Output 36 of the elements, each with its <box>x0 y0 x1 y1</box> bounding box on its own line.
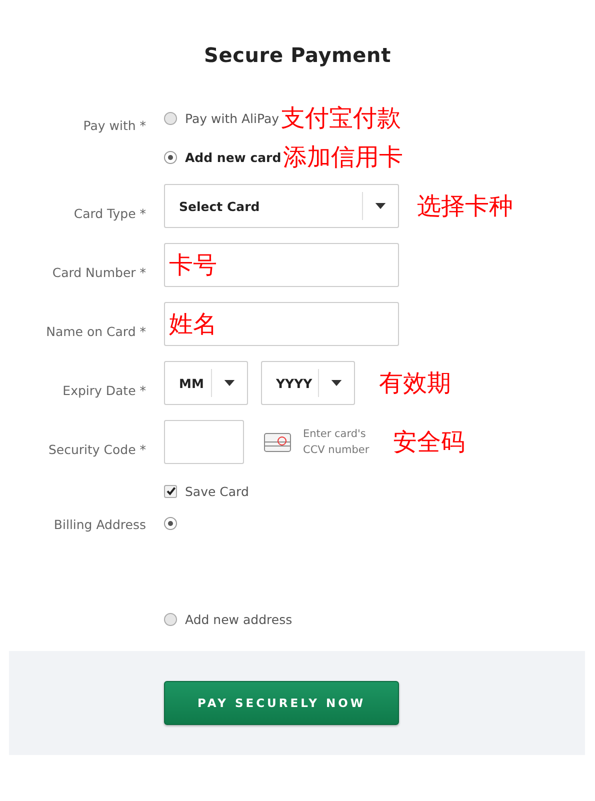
hint-text: Enter card's CCV number <box>303 427 370 458</box>
checkbox[interactable] <box>164 484 177 498</box>
year-dropdown[interactable]: YYYY <box>261 361 355 405</box>
annotation: 卡号 <box>169 253 217 277</box>
annotation: 选择卡种 <box>417 194 513 218</box>
month-dropdown[interactable]: MM <box>164 361 248 405</box>
caret-icon <box>331 380 342 386</box>
option-label: Save Card <box>185 484 249 498</box>
field-label: Card Type * <box>74 206 146 221</box>
annotation: 姓名 <box>169 312 217 336</box>
radio-button[interactable] <box>164 112 177 124</box>
annotation: 有效期 <box>379 371 451 395</box>
radio-button[interactable] <box>164 150 177 164</box>
field-label: Name on Card * <box>46 324 146 339</box>
field-label: Expiry Date * <box>62 383 146 398</box>
radio-button[interactable] <box>164 612 177 626</box>
field-label: Card Number * <box>52 265 146 280</box>
option-label: Add new card <box>185 150 282 164</box>
credit-card-icon <box>264 432 291 452</box>
option-label: Add new address <box>185 612 292 626</box>
field-label: Security Code * <box>48 442 146 457</box>
pay-button[interactable]: PAY SECURELY NOW <box>164 681 399 725</box>
annotation: 添加信用卡 <box>283 145 404 169</box>
input-field[interactable]: 卡号 <box>164 243 399 287</box>
option-label: Pay with AliPay <box>185 110 280 126</box>
radio-button[interactable] <box>164 517 177 530</box>
caret-icon <box>375 203 386 209</box>
page-title: Secure Payment <box>203 42 392 69</box>
field-label: Billing Address <box>54 517 146 532</box>
input-field[interactable] <box>164 420 244 464</box>
card-type-dropdown[interactable]: Select Card <box>164 184 399 228</box>
annotation: 安全码 <box>393 430 465 454</box>
field-label: Pay with * <box>83 118 146 133</box>
annotation: 支付宝付款 <box>281 106 402 130</box>
caret-icon <box>224 380 235 386</box>
input-field[interactable]: 姓名 <box>164 302 399 346</box>
